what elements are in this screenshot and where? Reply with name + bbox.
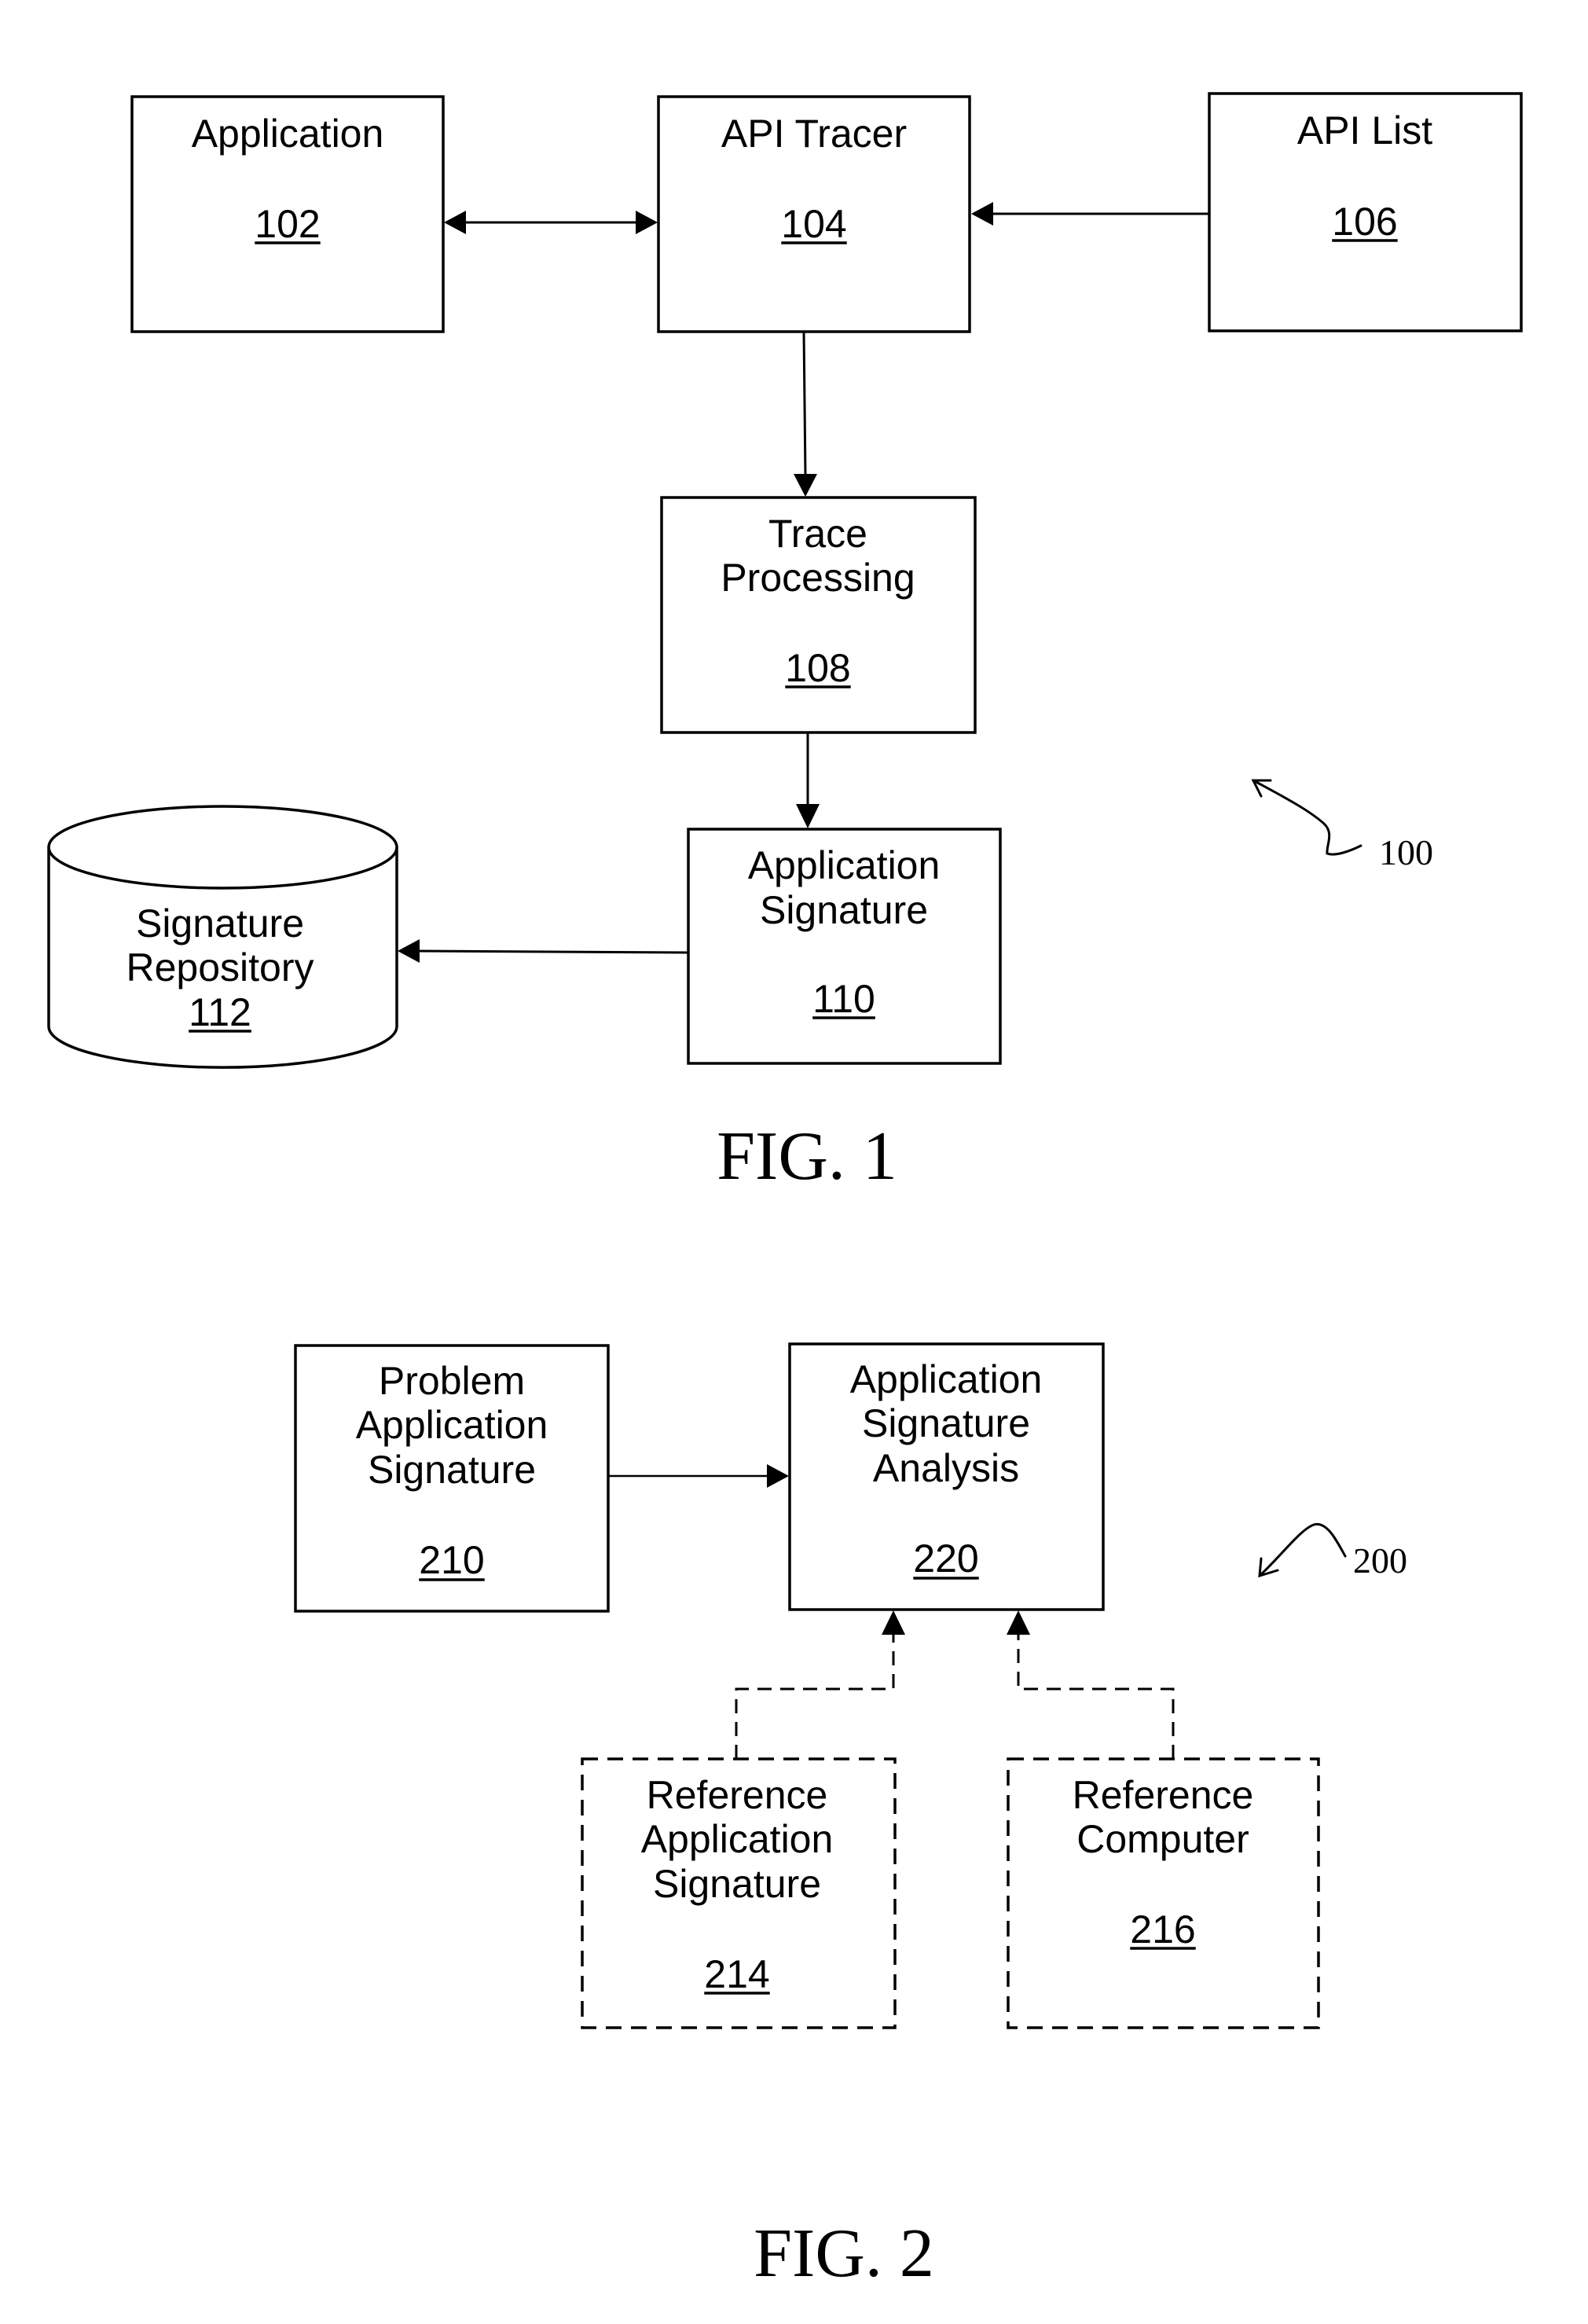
figure-2-caption: FIG. 2 — [754, 2216, 934, 2292]
trace-processing-number: 108 — [785, 646, 850, 690]
reference-label: 100 — [1379, 832, 1433, 872]
reference-computer-number: 216 — [1130, 1907, 1195, 1951]
api-tracer-label-line-1: API Tracer — [721, 112, 907, 156]
reference-application-signature-label-line-3: Signature — [653, 1862, 821, 1906]
signature-repository-label-line-1: Signature — [136, 901, 304, 945]
node-trace-processing: Trace Processing 108 — [660, 496, 977, 734]
node-application: Application 102 — [130, 95, 445, 333]
reference-application-signature-number: 214 — [704, 1952, 769, 1996]
application-signature-label-line-2: Signature — [760, 888, 928, 932]
node-problem-application-signature: Problem Application Signature 210 — [294, 1344, 610, 1613]
application-signature-analysis-label-line-1: Application — [850, 1357, 1043, 1401]
reference-application-signature-label-line-2: Application — [641, 1817, 834, 1861]
patent-figures-canvas: Application 102 API Tracer 104 API List … — [0, 0, 1588, 2324]
application-number: 102 — [255, 202, 320, 246]
signature-repository-number: 112 — [189, 990, 251, 1034]
api-list-label-line-1: API List — [1297, 108, 1432, 152]
node-reference-computer: Reference Computer 216 — [1007, 1757, 1320, 2029]
problem-application-signature-label-line-1: Problem — [379, 1359, 525, 1403]
signature-repository-label-line-2: Repository — [127, 945, 314, 989]
node-reference-application-signature: Reference Application Signature 214 — [581, 1757, 897, 2029]
application-signature-number: 110 — [812, 977, 875, 1021]
edge-line — [802, 331, 807, 476]
problem-application-signature-label-line-2: Application — [356, 1403, 548, 1447]
trace-processing-label-line-2: Processing — [721, 556, 915, 600]
reference-application-signature-label-line-1: Reference — [647, 1773, 828, 1817]
edge-line — [416, 949, 688, 954]
application-signature-analysis-label-line-2: Signature — [862, 1401, 1030, 1445]
api-list-number: 106 — [1332, 200, 1397, 244]
reference-computer-label-line-1: Reference — [1073, 1773, 1254, 1817]
problem-application-signature-number: 210 — [419, 1538, 484, 1582]
reference-label: 200 — [1353, 1540, 1407, 1581]
application-signature-analysis-number: 220 — [913, 1536, 978, 1581]
cylinder-top — [47, 805, 398, 890]
node-api-list: API List 106 — [1208, 92, 1523, 332]
api-tracer-number: 104 — [781, 202, 846, 246]
node-api-tracer: API Tracer 104 — [657, 95, 971, 333]
figure-1-caption: FIG. 1 — [717, 1118, 897, 1195]
node-signature-repository: Signature Repository 112 — [47, 805, 398, 1069]
problem-application-signature-label-line-3: Signature — [368, 1448, 536, 1492]
reference-computer-label-line-2: Computer — [1076, 1817, 1249, 1861]
node-application-signature: Application Signature 110 — [687, 828, 1002, 1065]
application-signature-label-line-1: Application — [748, 843, 941, 887]
application-label-line-1: Application — [192, 112, 384, 156]
trace-processing-label-line-1: Trace — [768, 512, 867, 556]
application-signature-analysis-label-line-3: Analysis — [873, 1446, 1019, 1490]
node-application-signature-analysis: Application Signature Analysis 220 — [788, 1342, 1105, 1611]
